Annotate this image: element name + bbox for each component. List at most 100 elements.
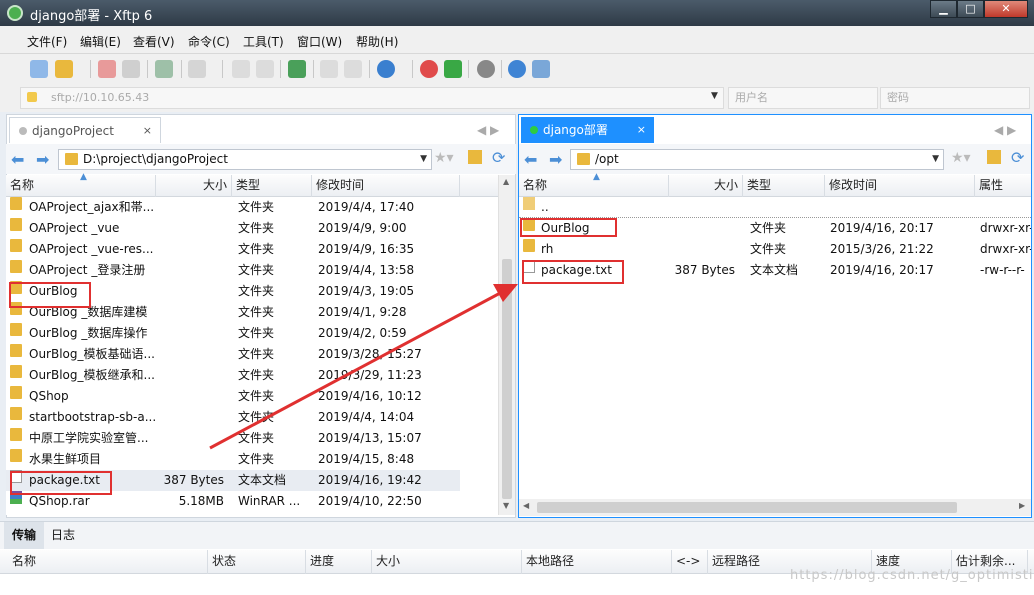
- xftp-icon[interactable]: [444, 60, 462, 78]
- cell-attr: -rw-r--r-: [980, 263, 1025, 277]
- table-row[interactable]: OAProject _vue 文件夹 2019/4/9, 9:00: [6, 218, 460, 239]
- back-arrow-icon[interactable]: ⬅: [11, 150, 24, 169]
- col-local-path[interactable]: 本地路径: [522, 550, 672, 574]
- cell-mtime: 2019/4/10, 22:50: [318, 494, 422, 508]
- table-row[interactable]: OAProject _vue-res... 文件夹 2019/4/9, 16:35: [6, 239, 460, 260]
- cell-name: 中原工学院实验室管...: [29, 431, 149, 445]
- menu-file[interactable]: 文件(F): [27, 33, 67, 50]
- menu-tools[interactable]: 工具(T): [243, 33, 284, 50]
- col-type[interactable]: 类型: [232, 175, 312, 197]
- username-input[interactable]: 用户名: [728, 87, 878, 109]
- col-transfer-name[interactable]: 名称: [8, 550, 208, 574]
- scrollbar-thumb[interactable]: [537, 502, 957, 513]
- table-row[interactable]: rh 文件夹 2015/3/26, 21:22 drwxr-xr-: [519, 239, 1031, 260]
- local-path-input[interactable]: D:\project\djangoProject ▼: [58, 149, 432, 170]
- table-row[interactable]: QShop 文件夹 2019/4/16, 10:12: [6, 386, 460, 407]
- refresh-icon[interactable]: ⟳: [492, 148, 505, 167]
- menu-edit[interactable]: 编辑(E): [80, 33, 121, 50]
- open-folder-icon[interactable]: [55, 60, 73, 78]
- table-row[interactable]: OAProject_ajax和帯... 文件夹 2019/4/4, 17:40: [6, 197, 460, 218]
- back-arrow-icon[interactable]: ⬅: [524, 150, 537, 169]
- table-row[interactable]: 水果生鲜项目 文件夹 2019/4/15, 8:48: [6, 449, 460, 470]
- message-icon[interactable]: [532, 60, 550, 78]
- properties-icon[interactable]: [155, 60, 173, 78]
- col-progress[interactable]: 进度: [306, 550, 372, 574]
- tab-local[interactable]: djangoProject ×: [9, 117, 161, 143]
- refresh-icon[interactable]: ⟳: [1011, 148, 1024, 167]
- chevron-down-icon[interactable]: ▼: [420, 150, 427, 169]
- help-icon[interactable]: [508, 60, 526, 78]
- menu-window[interactable]: 窗口(W): [297, 33, 342, 50]
- close-tab-icon[interactable]: ×: [143, 118, 152, 144]
- scroll-right-icon[interactable]: ▶: [1019, 501, 1025, 510]
- duplicate-icon[interactable]: [344, 60, 362, 78]
- compare-icon[interactable]: [320, 60, 338, 78]
- view-mode-icon[interactable]: [188, 60, 206, 78]
- paste-icon[interactable]: [256, 60, 274, 78]
- favorite-star-icon[interactable]: ★▾: [434, 150, 454, 166]
- table-row[interactable]: 中原工学院实验室管... 文件夹 2019/4/13, 15:07: [6, 428, 460, 449]
- forward-arrow-icon[interactable]: ➡: [36, 150, 49, 169]
- host-input[interactable]: sftp://10.10.65.43: [20, 87, 724, 109]
- menu-command[interactable]: 命令(C): [188, 33, 230, 50]
- host-dropdown-icon[interactable]: ▼: [711, 91, 718, 101]
- close-tab-icon[interactable]: ×: [637, 117, 646, 143]
- col-attr[interactable]: 属性: [975, 175, 1031, 197]
- reconnect-icon[interactable]: [122, 60, 140, 78]
- col-size[interactable]: 大小: [669, 175, 743, 197]
- password-input[interactable]: 密码: [880, 87, 1030, 109]
- local-column-header: 名称 ▲ 大小 类型 修改时间: [6, 172, 500, 197]
- remote-hscrollbar[interactable]: ◀ ▶: [519, 499, 1031, 516]
- tab-remote[interactable]: django部署 ×: [521, 117, 654, 143]
- table-row[interactable]: OurBlog _数据库操作 文件夹 2019/4/2, 0:59: [6, 323, 460, 344]
- disconnect-icon[interactable]: [98, 60, 116, 78]
- cell-type: 文件夹: [238, 242, 275, 256]
- globe-icon[interactable]: [377, 60, 395, 78]
- scroll-down-icon[interactable]: ▼: [503, 501, 509, 510]
- sync-transfer-icon[interactable]: [288, 60, 306, 78]
- table-row[interactable]: OurBlog_模板继承和... 文件夹 2019/3/29, 11:23: [6, 365, 460, 386]
- cell-type: 文本文档: [750, 263, 799, 277]
- local-scrollbar[interactable]: ▲ ▼: [498, 175, 515, 515]
- xshell-icon[interactable]: [420, 60, 438, 78]
- tab-transfer[interactable]: 传输: [4, 522, 45, 549]
- home-icon[interactable]: [468, 150, 482, 164]
- col-type[interactable]: 类型: [743, 175, 825, 197]
- menu-help[interactable]: 帮助(H): [356, 33, 398, 50]
- col-mtime[interactable]: 修改时间: [825, 175, 975, 197]
- forward-arrow-icon[interactable]: ➡: [549, 150, 562, 169]
- tab-scroll-icon[interactable]: ◀ ▶: [994, 123, 1016, 137]
- cell-type: 文件夹: [238, 221, 275, 235]
- table-row[interactable]: ..: [519, 197, 1031, 218]
- close-window-button[interactable]: ✕: [984, 0, 1028, 18]
- cell-mtime: 2019/4/16, 20:17: [830, 221, 934, 235]
- gear-icon[interactable]: [477, 60, 495, 78]
- table-row[interactable]: startbootstrap-sb-a... 文件夹 2019/4/4, 14:04: [6, 407, 460, 428]
- tab-status-icon: [19, 127, 27, 135]
- remote-path-input[interactable]: /opt ▼: [570, 149, 944, 170]
- new-session-icon[interactable]: [30, 60, 48, 78]
- maximize-button[interactable]: □: [957, 0, 984, 18]
- table-row[interactable]: OurBlog_模板基础语... 文件夹 2019/3/28, 15:27: [6, 344, 460, 365]
- col-mtime[interactable]: 修改时间: [312, 175, 460, 197]
- col-size[interactable]: 大小: [156, 175, 232, 197]
- home-icon[interactable]: [987, 150, 1001, 164]
- favorite-star-icon[interactable]: ★▾: [951, 150, 971, 166]
- table-row[interactable]: OAProject _登录注册 文件夹 2019/4/4, 13:58: [6, 260, 460, 281]
- tab-log[interactable]: 日志: [43, 522, 83, 549]
- cell-name: OurBlog _数据库操作: [29, 326, 148, 340]
- minimize-button[interactable]: ▁: [930, 0, 957, 18]
- cell-mtime: 2019/4/9, 9:00: [318, 221, 407, 235]
- scroll-left-icon[interactable]: ◀: [523, 501, 529, 510]
- col-direction[interactable]: <->: [672, 550, 708, 574]
- tab-scroll-icon[interactable]: ◀ ▶: [477, 123, 499, 137]
- toolbar: [0, 54, 1034, 84]
- scrollbar-thumb[interactable]: [502, 259, 512, 499]
- col-status[interactable]: 状态: [208, 550, 306, 574]
- col-transfer-size[interactable]: 大小: [372, 550, 522, 574]
- copy-icon[interactable]: [232, 60, 250, 78]
- menu-view[interactable]: 查看(V): [133, 33, 175, 50]
- chevron-down-icon[interactable]: ▼: [932, 150, 939, 169]
- cell-type: 文件夹: [238, 200, 275, 214]
- scroll-up-icon[interactable]: ▲: [503, 177, 509, 186]
